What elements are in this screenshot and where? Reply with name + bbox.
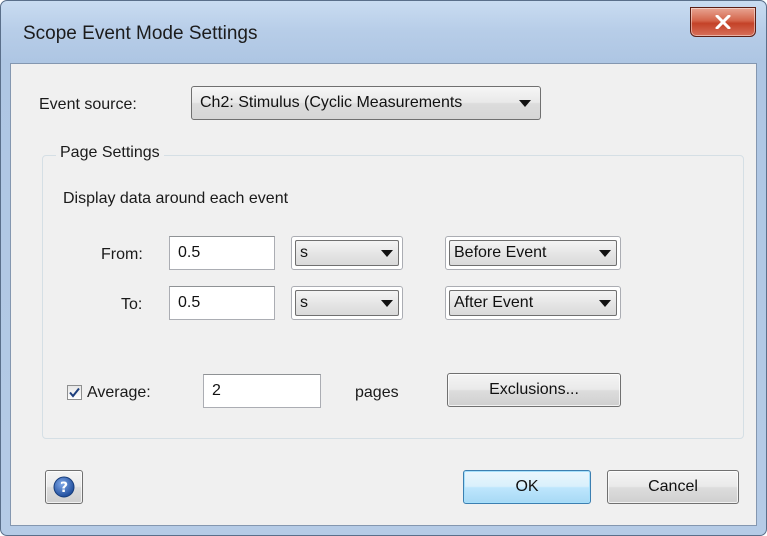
page-settings-title: Page Settings xyxy=(56,144,164,162)
ok-button[interactable]: OK xyxy=(463,470,591,504)
event-source-select[interactable]: Ch2: Stimulus (Cyclic Measurements xyxy=(191,86,541,120)
display-description: Display data around each event xyxy=(63,190,289,207)
to-position-value: After Event xyxy=(454,294,534,311)
to-unit-value: s xyxy=(300,294,308,311)
from-value-input[interactable]: 0.5 xyxy=(169,236,275,270)
dialog-body: Event source: Ch2: Stimulus (Cyclic Meas… xyxy=(10,63,757,526)
close-icon xyxy=(715,15,731,29)
average-checkbox[interactable] xyxy=(67,385,82,400)
event-source-value: Ch2: Stimulus (Cyclic Measurements xyxy=(200,94,463,111)
window-title: Scope Event Mode Settings xyxy=(23,23,258,44)
cancel-button[interactable]: Cancel xyxy=(607,470,739,504)
chevron-down-icon xyxy=(381,250,393,257)
close-button[interactable] xyxy=(690,7,756,37)
from-position-value: Before Event xyxy=(454,244,547,261)
chevron-down-icon xyxy=(381,300,393,307)
exclusions-button[interactable]: Exclusions... xyxy=(447,373,621,407)
chevron-down-icon xyxy=(599,300,611,307)
from-unit-select[interactable]: s xyxy=(291,236,403,270)
event-source-label: Event source: xyxy=(39,96,137,113)
to-unit-select[interactable]: s xyxy=(291,286,403,320)
from-position-select[interactable]: Before Event xyxy=(445,236,621,270)
average-label: Average: xyxy=(87,384,151,401)
dialog-window: Scope Event Mode Settings Event source: … xyxy=(0,0,767,536)
svg-text:?: ? xyxy=(60,480,68,496)
title-bar: Scope Event Mode Settings xyxy=(1,1,766,63)
to-value-input[interactable]: 0.5 xyxy=(169,286,275,320)
to-position-select[interactable]: After Event xyxy=(445,286,621,320)
chevron-down-icon xyxy=(599,250,611,257)
help-icon: ? xyxy=(53,476,75,498)
average-value-input[interactable]: 2 xyxy=(203,374,321,408)
checkmark-icon xyxy=(69,387,80,398)
from-label: From: xyxy=(101,246,143,263)
from-unit-value: s xyxy=(300,244,308,261)
pages-label: pages xyxy=(355,384,399,401)
to-label: To: xyxy=(121,296,143,313)
chevron-down-icon xyxy=(519,100,531,107)
help-button[interactable]: ? xyxy=(45,470,83,504)
